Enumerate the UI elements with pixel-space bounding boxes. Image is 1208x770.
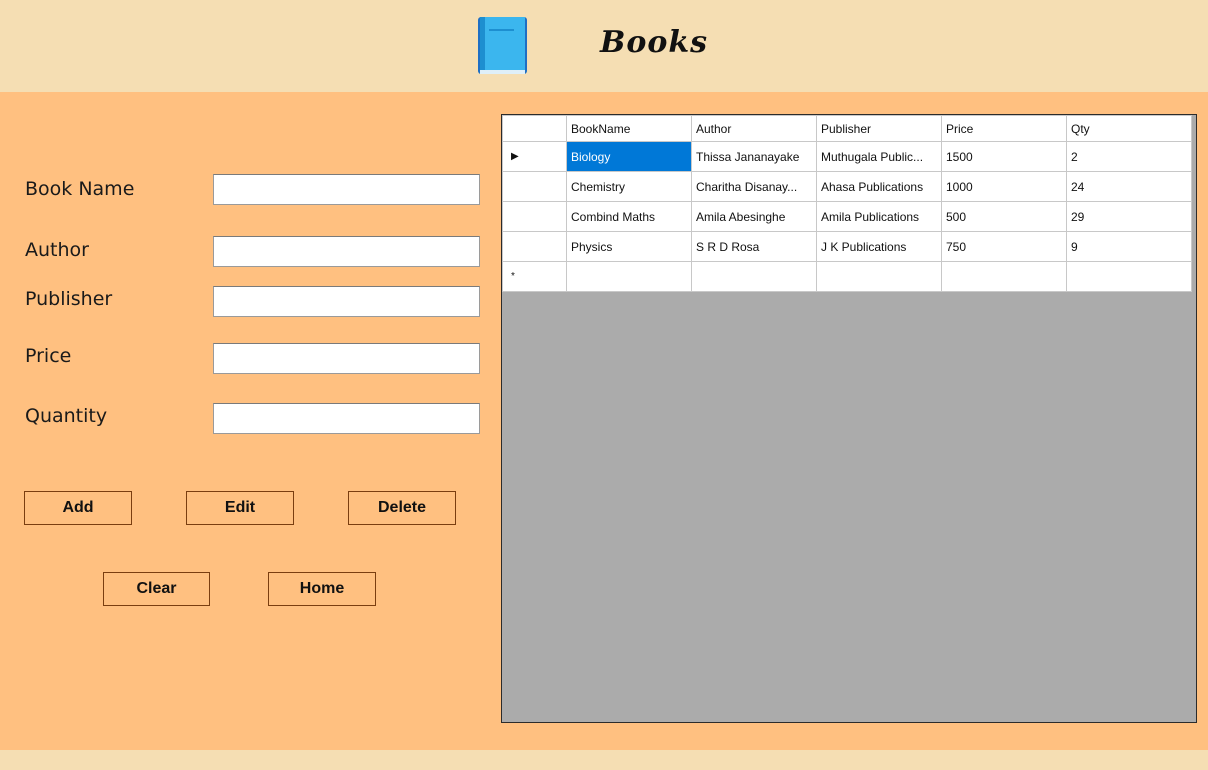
new-row[interactable]: * <box>502 261 1192 292</box>
table-row[interactable]: Chemistry Charitha Disanay... Ahasa Publ… <box>502 171 1192 202</box>
table-cell[interactable] <box>1066 261 1192 292</box>
row-header[interactable] <box>502 231 567 262</box>
publisher-input[interactable] <box>213 286 480 317</box>
table-cell[interactable]: 1500 <box>941 141 1067 172</box>
table-cell[interactable] <box>816 261 942 292</box>
publisher-label: Publisher <box>25 288 113 310</box>
table-cell[interactable]: Amila Publications <box>816 201 942 232</box>
table-cell[interactable]: S R D Rosa <box>691 231 817 262</box>
book-icon <box>478 17 527 74</box>
table-cell[interactable]: Thissa Jananayake <box>691 141 817 172</box>
books-data-grid[interactable]: BookName Author Publisher Price Qty ▶ Bi… <box>501 114 1197 723</box>
table-cell[interactable] <box>566 261 692 292</box>
column-header-author[interactable]: Author <box>691 115 817 142</box>
table-cell[interactable]: Ahasa Publications <box>816 171 942 202</box>
title-bar: Books <box>0 0 1208 92</box>
footer-bar <box>0 750 1208 770</box>
books-table: BookName Author Publisher Price Qty ▶ Bi… <box>502 115 1192 292</box>
column-header-price[interactable]: Price <box>941 115 1067 142</box>
author-label: Author <box>25 239 89 261</box>
quantity-label: Quantity <box>25 405 108 427</box>
table-cell[interactable]: Amila Abesinghe <box>691 201 817 232</box>
table-cell[interactable]: 24 <box>1066 171 1192 202</box>
new-row-asterisk-icon[interactable]: * <box>502 261 567 292</box>
table-cell[interactable]: 9 <box>1066 231 1192 262</box>
table-cell[interactable]: 29 <box>1066 201 1192 232</box>
author-input[interactable] <box>213 236 480 267</box>
edit-button[interactable]: Edit <box>186 491 294 525</box>
row-header[interactable] <box>502 171 567 202</box>
current-row-indicator-icon[interactable]: ▶ <box>502 141 567 172</box>
book-name-label: Book Name <box>25 178 135 200</box>
table-cell[interactable]: Physics <box>566 231 692 262</box>
clear-button[interactable]: Clear <box>103 572 210 606</box>
table-cell[interactable] <box>941 261 1067 292</box>
table-cell[interactable]: 500 <box>941 201 1067 232</box>
table-cell[interactable] <box>691 261 817 292</box>
table-cell[interactable]: Charitha Disanay... <box>691 171 817 202</box>
table-cell[interactable]: J K Publications <box>816 231 942 262</box>
table-cell[interactable]: Muthugala Public... <box>816 141 942 172</box>
table-cell[interactable]: 750 <box>941 231 1067 262</box>
row-header-corner <box>502 115 567 142</box>
table-cell[interactable]: 2 <box>1066 141 1192 172</box>
delete-button[interactable]: Delete <box>348 491 456 525</box>
table-row[interactable]: ▶ Biology Thissa Jananayake Muthugala Pu… <box>502 141 1192 172</box>
table-cell[interactable]: Combind Maths <box>566 201 692 232</box>
page-title: Books <box>600 25 709 60</box>
row-header[interactable] <box>502 201 567 232</box>
column-header-qty[interactable]: Qty <box>1066 115 1192 142</box>
price-label: Price <box>25 345 72 367</box>
price-input[interactable] <box>213 343 480 374</box>
home-button[interactable]: Home <box>268 572 376 606</box>
book-name-input[interactable] <box>213 174 480 205</box>
header-row: BookName Author Publisher Price Qty <box>502 115 1192 142</box>
add-button[interactable]: Add <box>24 491 132 525</box>
table-row[interactable]: Physics S R D Rosa J K Publications 750 … <box>502 231 1192 262</box>
table-cell[interactable]: Biology <box>566 141 692 172</box>
quantity-input[interactable] <box>213 403 480 434</box>
column-header-bookname[interactable]: BookName <box>566 115 692 142</box>
table-cell[interactable]: 1000 <box>941 171 1067 202</box>
table-row[interactable]: Combind Maths Amila Abesinghe Amila Publ… <box>502 201 1192 232</box>
table-cell[interactable]: Chemistry <box>566 171 692 202</box>
column-header-publisher[interactable]: Publisher <box>816 115 942 142</box>
